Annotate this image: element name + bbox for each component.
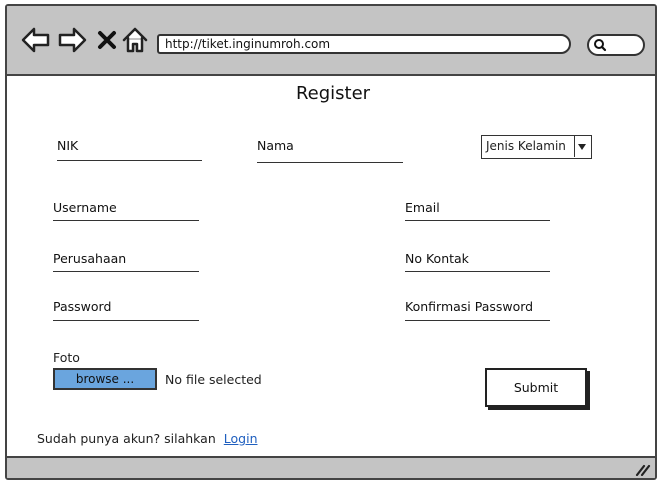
password-input-line[interactable] [53,320,199,321]
submit-button[interactable]: Submit [485,368,587,407]
nik-label: NIK [57,138,79,153]
perusahaan-input-line[interactable] [53,271,199,272]
email-input-line[interactable] [405,220,550,221]
status-bar [7,456,655,478]
browser-toolbar: http://tiket.inginumroh.com [7,6,655,76]
address-bar[interactable]: http://tiket.inginumroh.com [157,34,571,54]
home-icon[interactable] [121,26,149,54]
nik-field[interactable]: NIK [57,138,202,161]
password-field[interactable]: Password [53,299,199,321]
username-field[interactable]: Username [53,200,199,221]
arrow-right-icon[interactable] [57,26,87,54]
kontak-label: No Kontak [405,251,469,266]
password-label: Password [53,299,112,314]
nik-input-line[interactable] [57,160,202,161]
username-label: Username [53,200,117,215]
chevron-down-icon[interactable] [574,136,591,157]
login-prompt: Sudah punya akun? silahkan [37,431,216,446]
nama-field[interactable]: Nama [257,138,403,163]
browser-search-box[interactable] [587,34,645,56]
kontak-field[interactable]: No Kontak [405,251,550,272]
resize-grip-icon[interactable] [635,462,651,476]
perusahaan-label: Perusahaan [53,251,127,266]
login-link[interactable]: Login [224,431,258,446]
konfirmasi-label: Konfirmasi Password [405,299,534,314]
perusahaan-field[interactable]: Perusahaan [53,251,199,272]
foto-label: Foto [53,350,80,365]
username-input-line[interactable] [53,220,199,221]
gender-select-value: Jenis Kelamin [486,139,566,153]
arrow-left-icon[interactable] [21,26,51,54]
konfirmasi-input-line[interactable] [405,320,550,321]
browser-window: http://tiket.inginumroh.com Register NIK… [5,4,657,480]
file-status: No file selected [165,372,262,387]
login-prompt-row: Sudah punya akun? silahkan Login [37,431,258,446]
browse-button[interactable]: browse ... [53,368,157,390]
konfirmasi-field[interactable]: Konfirmasi Password [405,299,550,321]
email-field[interactable]: Email [405,200,550,221]
close-icon[interactable] [96,26,118,54]
gender-select[interactable]: Jenis Kelamin [481,135,592,159]
page-title: Register [295,83,371,104]
search-icon [594,39,607,52]
email-label: Email [405,200,440,215]
nama-input-line[interactable] [257,162,403,163]
kontak-input-line[interactable] [405,271,550,272]
nama-label: Nama [257,138,294,153]
